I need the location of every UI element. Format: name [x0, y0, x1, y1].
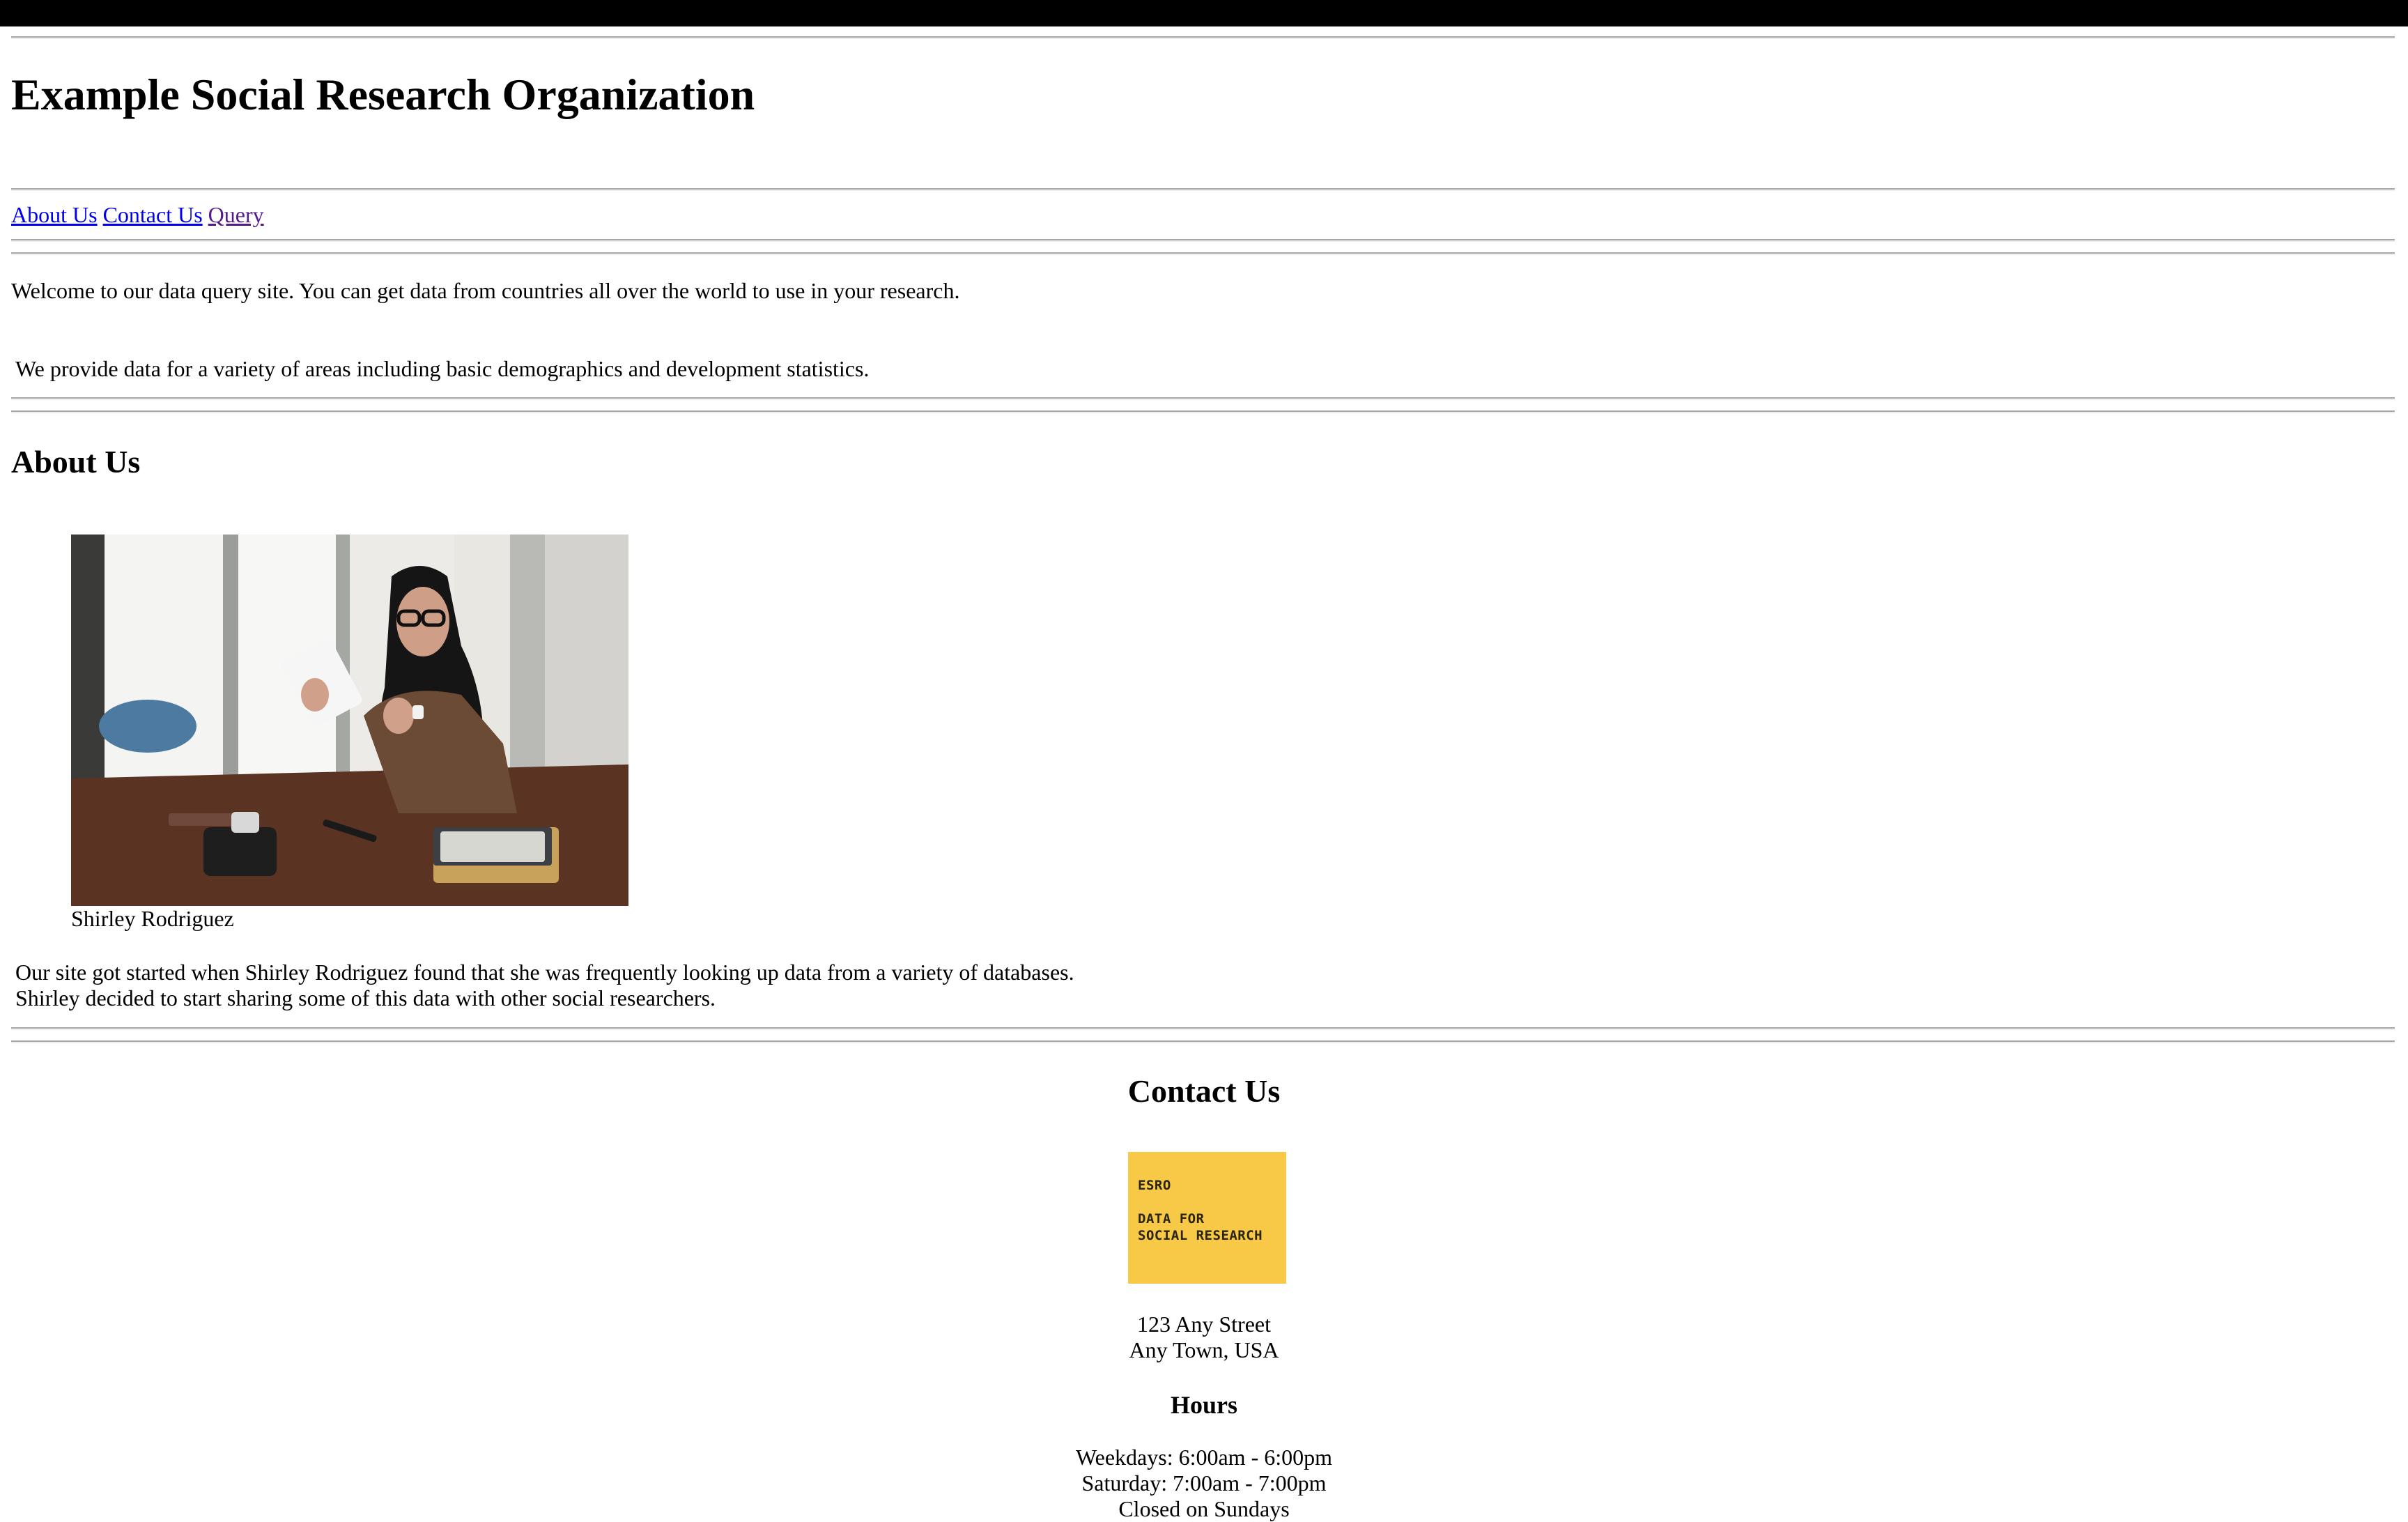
founder-photo-image	[71, 535, 628, 906]
about-paragraph-line-1: Our site got started when Shirley Rodrig…	[15, 960, 1074, 985]
divider	[11, 239, 2395, 242]
hours-saturday: Saturday: 7:00am - 7:00pm	[1081, 1470, 1327, 1496]
nav-link-contact-us[interactable]: Contact Us	[103, 202, 203, 227]
address-line-1: 123 Any Street	[1137, 1312, 1271, 1337]
divider	[11, 188, 2395, 191]
photo-caption: Shirley Rodriguez	[71, 906, 234, 931]
address-line-2: Any Town, USA	[1129, 1337, 1279, 1362]
founder-photo	[71, 535, 628, 906]
provide-text: We provide data for a variety of areas i…	[15, 356, 870, 381]
welcome-text: Welcome to our data query site. You can …	[11, 278, 960, 303]
divider	[11, 1040, 2395, 1043]
divider	[11, 1027, 2395, 1030]
divider	[11, 252, 2395, 255]
site-title: Example Social Research Organization	[11, 70, 755, 119]
about-heading: About Us	[11, 444, 141, 479]
about-paragraph-line-2: Shirley decided to start sharing some of…	[15, 985, 716, 1010]
nav-link-about-us[interactable]: About Us	[11, 202, 98, 227]
divider	[11, 397, 2395, 400]
nav-link-query[interactable]: Query	[208, 202, 264, 227]
page: Example Social Research Organization Abo…	[0, 0, 2408, 1521]
hours-heading: Hours	[1170, 1391, 1237, 1419]
main-nav: About Us Contact Us Query	[11, 202, 270, 228]
divider	[11, 410, 2395, 413]
contact-heading: Contact Us	[1127, 1073, 1281, 1109]
hours-sunday: Closed on Sundays	[1118, 1496, 1290, 1521]
browser-top-bar	[0, 0, 2408, 26]
divider	[11, 36, 2395, 39]
esro-logo: ESRO DATA FOR SOCIAL RESEARCH	[1128, 1152, 1286, 1284]
hours-weekdays: Weekdays: 6:00am - 6:00pm	[1075, 1445, 1332, 1470]
